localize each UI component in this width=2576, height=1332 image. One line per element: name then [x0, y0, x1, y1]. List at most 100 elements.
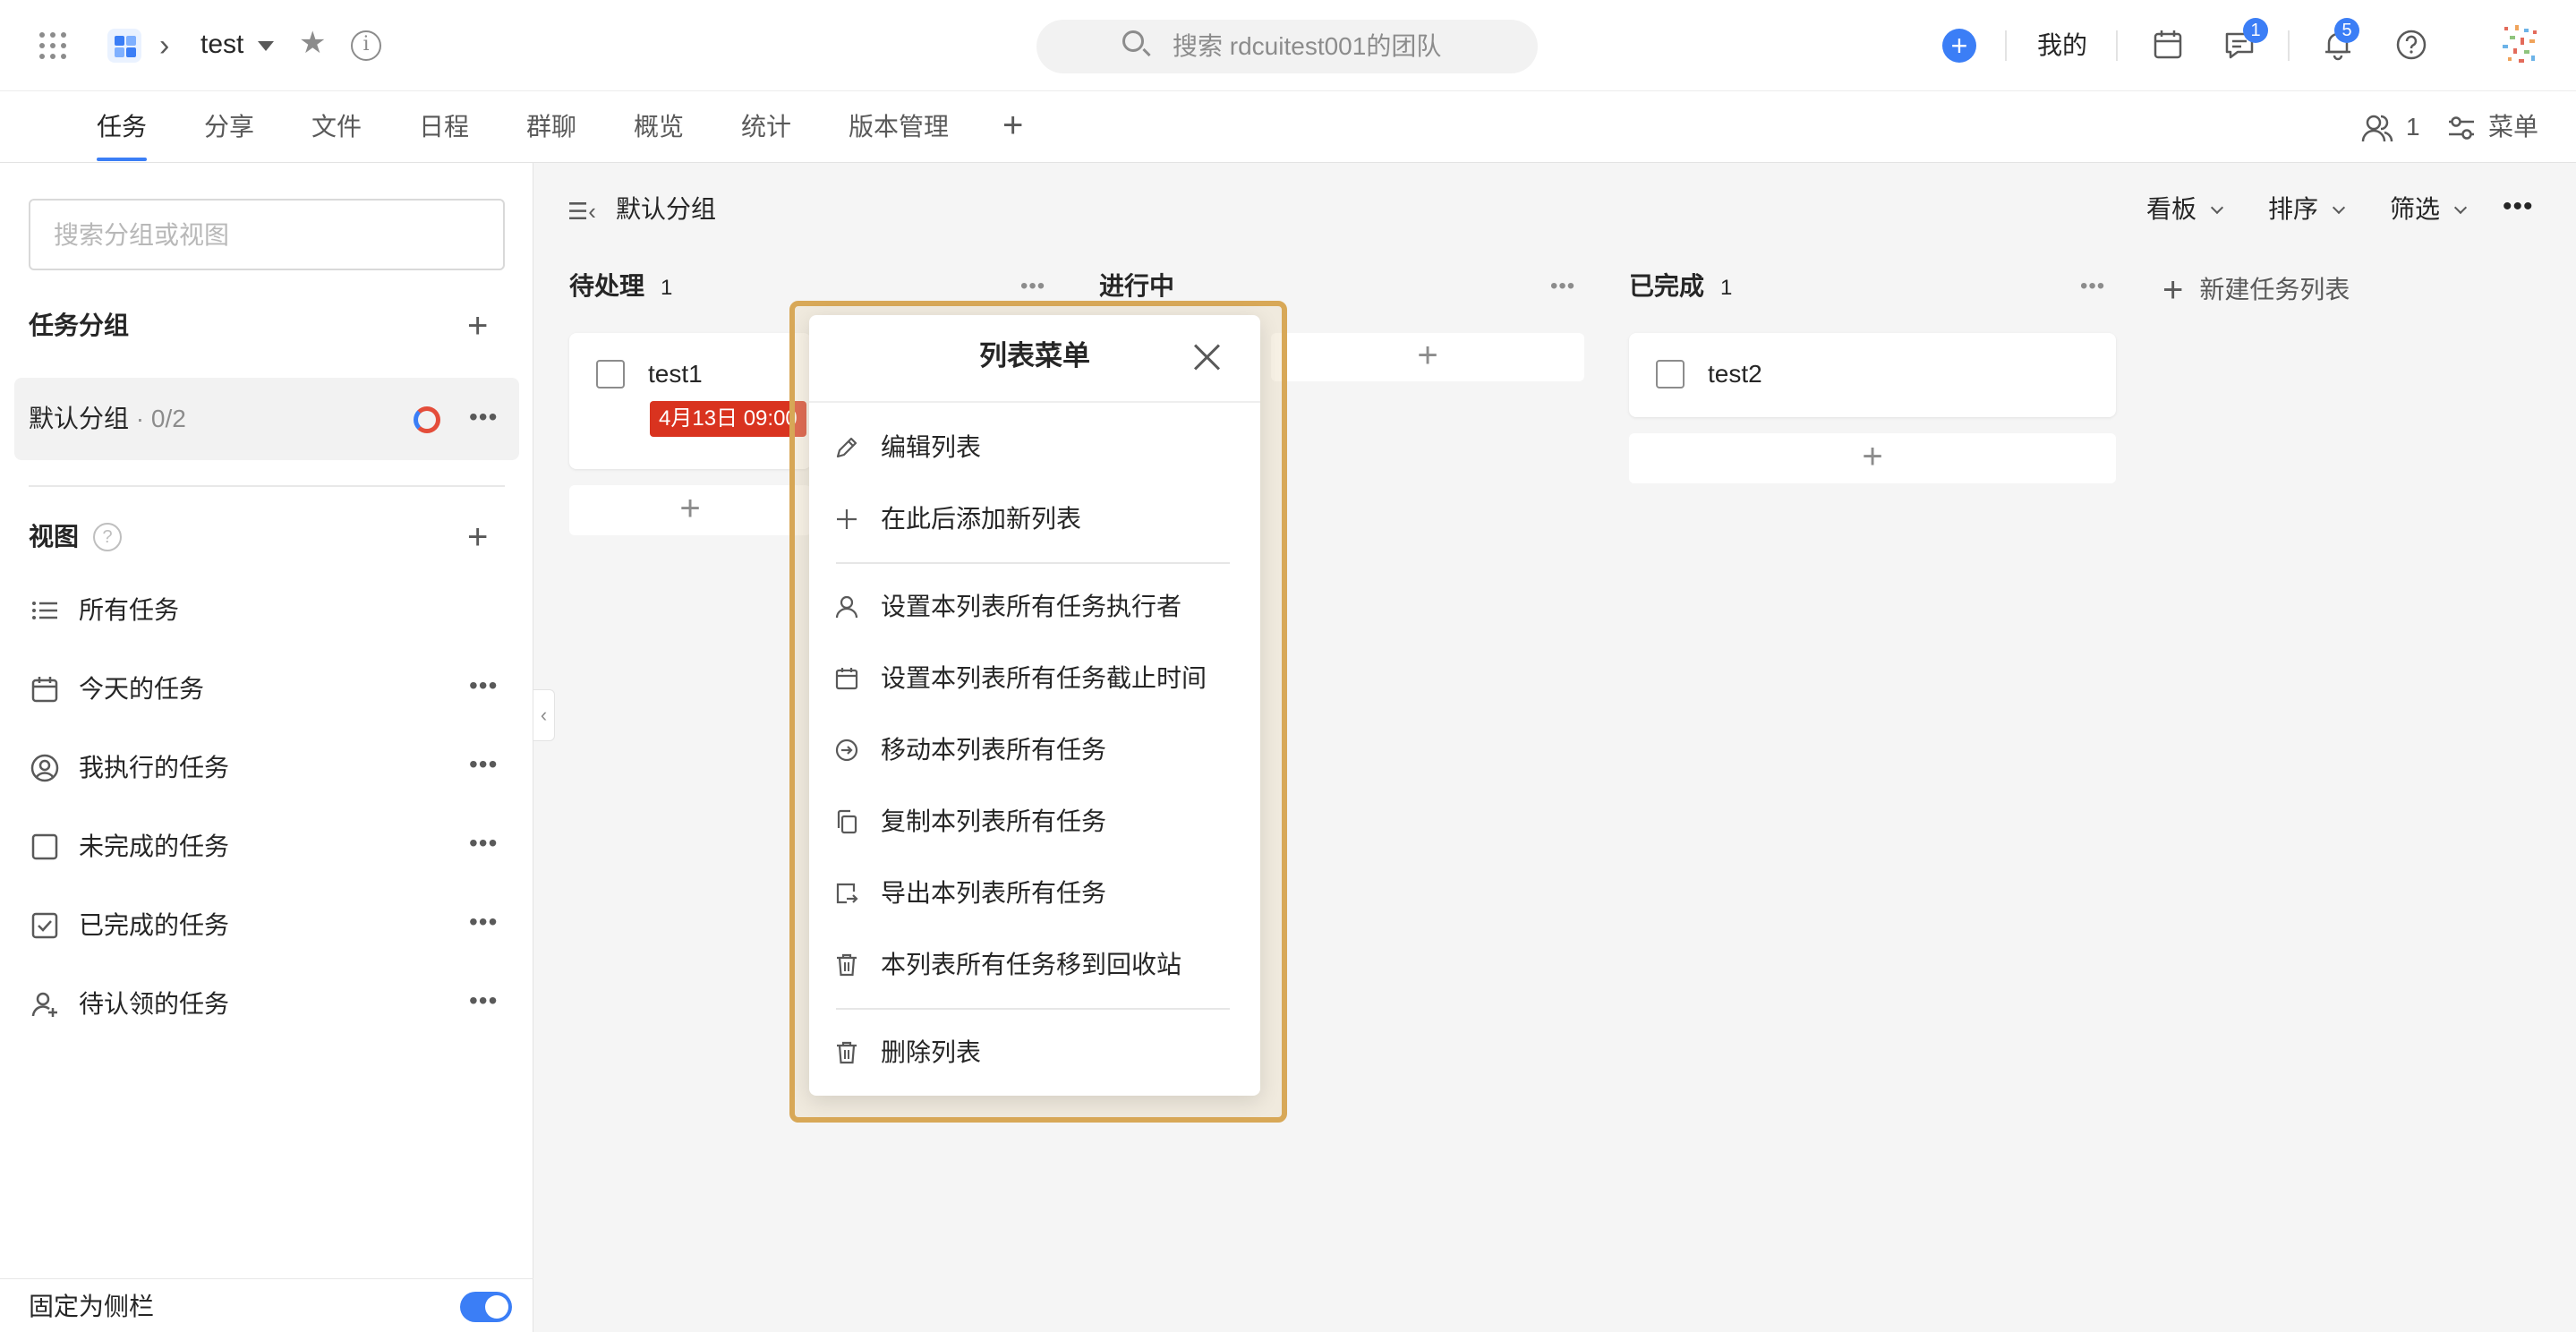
more-icon[interactable]: ••• — [469, 673, 498, 698]
board-more-icon[interactable]: ••• — [2503, 193, 2534, 220]
task-card[interactable]: test2 — [1629, 333, 2116, 417]
search-icon — [1122, 30, 1144, 52]
sidebar-item-unclaimed-tasks[interactable]: 待认领的任务 ••• — [29, 978, 512, 1031]
sort-label: 排序 — [2268, 195, 2319, 223]
more-icon[interactable]: ••• — [469, 405, 498, 430]
add-task-button[interactable]: + — [569, 485, 811, 535]
project-title[interactable]: test — [200, 27, 243, 63]
sort-dropdown[interactable]: 排序 — [2268, 193, 2346, 226]
tab-share[interactable]: 分享 — [204, 109, 254, 145]
active-tab-indicator — [97, 158, 147, 161]
info-icon[interactable]: i — [351, 30, 381, 61]
column-more-icon[interactable]: ••• — [1020, 276, 1045, 297]
add-group-icon[interactable]: + — [467, 308, 488, 344]
group-name: 默认分组 — [29, 405, 130, 432]
menu-item-label: 设置本列表所有任务截止时间 — [881, 664, 1207, 692]
calendar-icon — [31, 677, 58, 703]
column-count: 1 — [661, 276, 673, 300]
trash-icon — [837, 953, 857, 977]
help-icon[interactable]: ? — [93, 523, 122, 551]
menu-item-label: 复制本列表所有任务 — [881, 807, 1107, 835]
tab-schedule[interactable]: 日程 — [419, 109, 469, 145]
board-group-title: 默认分组 — [616, 195, 717, 223]
calendar-icon — [835, 668, 858, 690]
tab-overview[interactable]: 概览 — [634, 109, 684, 145]
group-view-search-input[interactable]: 搜索分组或视图 — [29, 199, 505, 270]
menu-item-label: 本列表所有任务移到回收站 — [881, 951, 1182, 978]
tab-files[interactable]: 文件 — [311, 109, 362, 145]
menu-item-edit-list[interactable]: 编辑列表 — [832, 421, 1237, 474]
menu-item-copy-tasks[interactable]: 复制本列表所有任务 — [832, 795, 1237, 849]
column-more-icon[interactable]: ••• — [2080, 276, 2105, 297]
view-switch-dropdown[interactable]: 看板 — [2146, 193, 2224, 226]
plus-icon — [837, 509, 857, 529]
column-name: 进行中 — [1099, 272, 1175, 300]
collapse-sidebar-handle[interactable]: ‹ — [533, 689, 555, 741]
views-heading: 视图 — [29, 523, 80, 551]
pin-sidebar-toggle[interactable] — [460, 1292, 512, 1322]
tab-statistics[interactable]: 统计 — [741, 109, 791, 145]
apps-grid-icon[interactable] — [39, 32, 66, 59]
tab-tasks[interactable]: 任务 — [97, 109, 147, 145]
avatar[interactable] — [2497, 21, 2544, 68]
star-icon[interactable]: ★ — [299, 25, 326, 61]
task-card[interactable]: test1 4月13日 09:00 — [569, 333, 811, 469]
mine-button[interactable]: 我的 — [2037, 29, 2087, 63]
search-placeholder: 搜索分组或视图 — [54, 221, 230, 249]
project-dropdown-icon[interactable] — [258, 41, 274, 51]
create-plus-button[interactable]: + — [1942, 29, 1976, 63]
menu-item-label: 导出本列表所有任务 — [881, 879, 1107, 907]
checkbox-checked-icon — [31, 912, 58, 939]
add-view-icon[interactable]: + — [467, 519, 488, 555]
more-icon[interactable]: ••• — [469, 909, 498, 935]
add-task-button[interactable]: + — [1629, 433, 2116, 483]
task-checkbox[interactable] — [596, 360, 625, 388]
tab-version-management[interactable]: 版本管理 — [849, 109, 949, 145]
add-task-button[interactable]: + — [1271, 333, 1584, 381]
sidebar-item-default-group[interactable]: 默认分组 · 0/2 ••• — [14, 378, 519, 460]
filter-dropdown[interactable]: 筛选 — [2390, 193, 2468, 226]
new-task-list-button[interactable]: + 新建任务列表 — [2162, 270, 2350, 308]
add-tab-icon[interactable]: + — [1002, 107, 1023, 143]
settings-sliders-icon[interactable] — [2447, 115, 2476, 141]
export-icon — [836, 883, 858, 904]
menu-button[interactable]: 菜单 — [2488, 111, 2538, 143]
close-icon[interactable] — [1189, 338, 1224, 374]
menu-item-move-to-trash[interactable]: 本列表所有任务移到回收站 — [832, 938, 1237, 992]
menu-item-delete-list[interactable]: 删除列表 — [832, 1026, 1237, 1080]
menu-item-set-due-date[interactable]: 设置本列表所有任务截止时间 — [832, 652, 1237, 705]
sidebar-item-today-tasks[interactable]: 今天的任务 ••• — [29, 662, 512, 716]
search-placeholder: 搜索 rdcuitest001的团队 — [1173, 32, 1442, 60]
chevron-down-icon — [2453, 201, 2468, 215]
column-name: 已完成 — [1629, 272, 1705, 300]
more-icon[interactable]: ••• — [469, 988, 498, 1013]
menu-item-export-tasks[interactable]: 导出本列表所有任务 — [832, 867, 1237, 920]
sidebar-item-completed-tasks[interactable]: 已完成的任务 ••• — [29, 899, 512, 952]
due-date-badge: 4月13日 09:00 — [650, 401, 806, 437]
more-icon[interactable]: ••• — [469, 752, 498, 777]
global-search[interactable]: 搜索 rdcuitest001的团队 — [1036, 20, 1538, 73]
help-icon[interactable] — [2393, 27, 2429, 63]
task-checkbox[interactable] — [1656, 360, 1685, 388]
menu-item-add-list-after[interactable]: 在此后添加新列表 — [832, 492, 1237, 546]
toggle-sidebar-icon[interactable]: ☰‹ — [567, 197, 596, 226]
sidebar-item-all-tasks[interactable]: 所有任务 — [29, 584, 512, 637]
chevron-down-icon — [2332, 201, 2346, 215]
members-icon[interactable] — [2361, 113, 2393, 143]
pin-sidebar-label: 固定为侧栏 — [29, 1293, 155, 1320]
more-icon[interactable]: ••• — [469, 831, 498, 856]
menu-item-set-assignee[interactable]: 设置本列表所有任务执行者 — [832, 580, 1237, 634]
menu-item-move-tasks[interactable]: 移动本列表所有任务 — [832, 723, 1237, 777]
messages-badge: 1 — [2243, 18, 2268, 43]
view-label: 我执行的任务 — [79, 754, 230, 781]
user-icon — [835, 595, 858, 619]
sidebar-item-my-tasks[interactable]: 我执行的任务 ••• — [29, 741, 512, 795]
checkbox-empty-icon — [31, 833, 58, 860]
sidebar-item-unfinished-tasks[interactable]: 未完成的任务 ••• — [29, 820, 512, 874]
tab-group-chat[interactable]: 群聊 — [526, 109, 576, 145]
column-more-icon[interactable]: ••• — [1550, 276, 1575, 297]
members-count[interactable]: 1 — [2406, 111, 2420, 143]
calendar-icon[interactable] — [2150, 27, 2186, 63]
task-groups-heading: 任务分组 — [29, 312, 130, 339]
project-icon[interactable] — [107, 29, 141, 63]
